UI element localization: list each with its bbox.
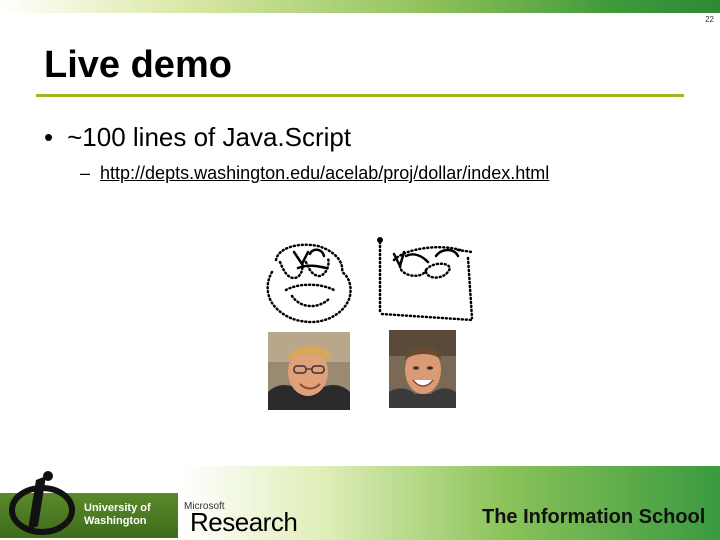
- sub-bullet-item: – http://depts.washington.edu/acelab/proj…: [80, 163, 549, 184]
- page-number: 22: [705, 15, 714, 24]
- face-sketch-doodle-1: [266, 243, 352, 324]
- uw-line-1: University of: [84, 502, 151, 514]
- bullet-marker: •: [44, 122, 54, 152]
- uw-line-2: Washington: [84, 515, 147, 527]
- top-gradient-bar: [0, 0, 720, 13]
- ischool-label: The Information School: [482, 506, 706, 528]
- uw-wordmark: University of Washington: [84, 502, 151, 528]
- title-underline: [36, 94, 684, 97]
- bullet-text: ~100 lines of Java.Script: [67, 122, 352, 152]
- research-label: Research: [190, 507, 298, 537]
- uw-logo-icon: [9, 471, 75, 535]
- sub-bullet-marker: –: [80, 163, 91, 183]
- demo-link[interactable]: http://depts.washington.edu/acelab/proj/…: [100, 163, 549, 183]
- slide-title: Live demo: [44, 44, 232, 86]
- person-photo-2: [389, 330, 456, 408]
- face-sketch-doodle-2: [377, 237, 474, 322]
- person-photo-1: [268, 332, 350, 410]
- bullet-item: • ~100 lines of Java.Script: [44, 122, 351, 153]
